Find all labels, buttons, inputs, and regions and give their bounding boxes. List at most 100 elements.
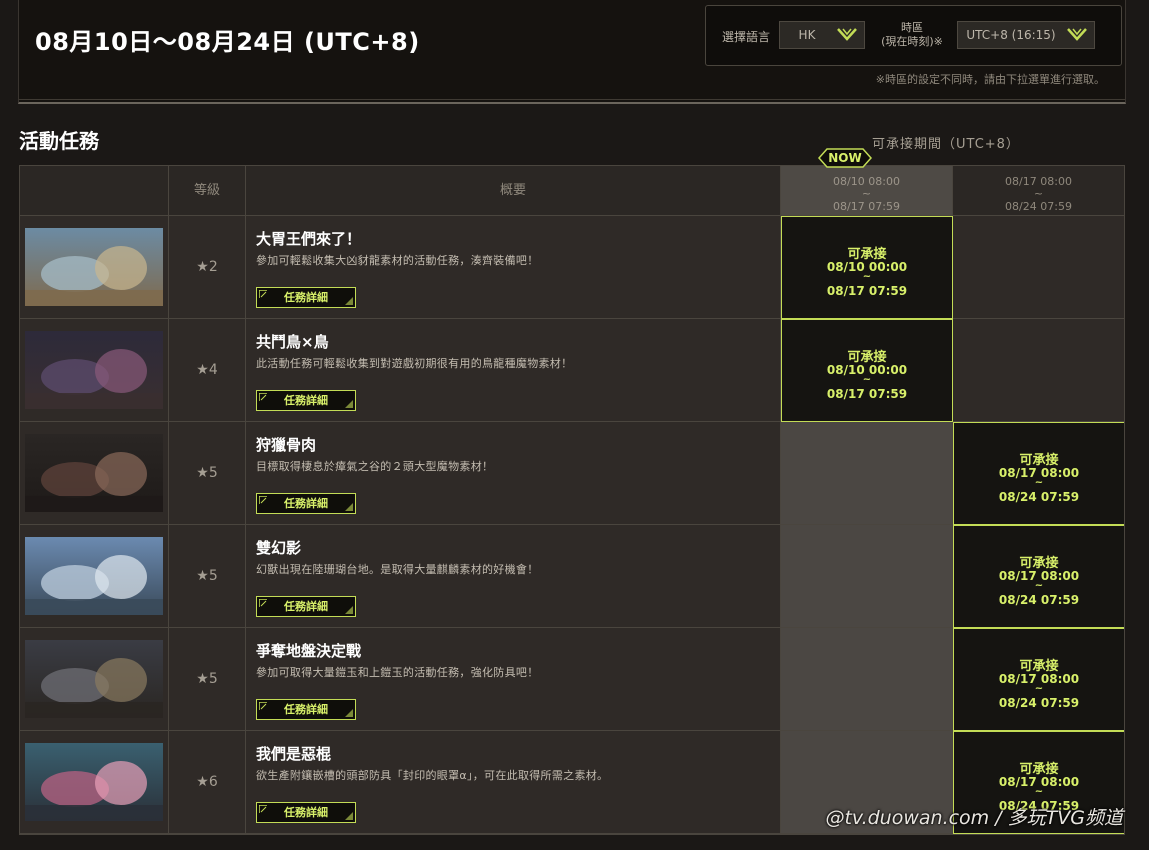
quest-available-cell: 可承接 08/10 00:00 ~08/17 07:59 xyxy=(781,319,953,422)
quest-image-cell xyxy=(19,319,169,422)
period-label: 可承接期間（UTC+8） xyxy=(872,137,1020,152)
quest-detail-button[interactable]: 任務詳細 xyxy=(256,390,356,411)
quest-image-cell xyxy=(19,216,169,319)
quest-image-cell xyxy=(19,525,169,628)
timezone-select-value: UTC+8 (16:15) xyxy=(966,28,1056,42)
quest-thumbnail[interactable] xyxy=(25,434,163,512)
timezone-label-line1: 時區 xyxy=(901,21,923,34)
quest-thumbnail[interactable] xyxy=(25,537,163,615)
quest-level-cell: ★6 xyxy=(169,731,246,834)
timezone-label: 時區 (現在時刻)※ xyxy=(876,21,948,49)
quest-detail-label: 任務詳細 xyxy=(284,394,328,407)
header-panel: 08月10日～08月24日 (UTC+8) 選擇語言 HK 時區 (現在時刻)※… xyxy=(18,0,1126,104)
now-badge-label: NOW xyxy=(828,151,862,165)
timezone-note: ※時區的設定不同時，請由下拉選單進行選取。 xyxy=(875,73,1105,86)
quest-detail-button[interactable]: 任務詳細 xyxy=(256,493,356,514)
quest-period-empty-cell xyxy=(953,319,1125,422)
avail-tilde: ~ xyxy=(862,374,872,385)
quest-detail-button[interactable]: 任務詳細 xyxy=(256,699,356,720)
language-label: 選擇語言 xyxy=(722,30,771,44)
avail-tilde: ~ xyxy=(862,271,872,282)
quest-image-cell xyxy=(19,422,169,525)
quest-thumbnail-image xyxy=(25,228,163,306)
quest-summary-cell: 狩獵骨肉 目標取得棲息於瘴氣之谷的２頭大型魔物素材！ 任務詳細 xyxy=(246,422,781,525)
quest-detail-label: 任務詳細 xyxy=(284,497,328,510)
quest-thumbnail-image xyxy=(25,537,163,615)
quest-available-cell: 可承接 08/17 08:00 ~08/24 07:59 xyxy=(953,422,1125,525)
quest-level-cell: ★4 xyxy=(169,319,246,422)
corner-left-icon xyxy=(259,805,267,813)
quest-stars: ★6 xyxy=(196,774,218,790)
header-level: 等級 xyxy=(169,165,246,216)
now-badge: NOW xyxy=(818,148,872,168)
quest-description: 目標取得棲息於瘴氣之谷的２頭大型魔物素材！ xyxy=(256,460,494,473)
corner-left-icon xyxy=(259,393,267,401)
quest-thumbnail[interactable] xyxy=(25,331,163,409)
corner-right-icon xyxy=(345,400,353,408)
corner-right-icon xyxy=(345,297,353,305)
quest-summary-cell: 爭奪地盤決定戰參加可取得大量鎧玉和上鎧玉的活動任務，強化防具吧！ 任務詳細 xyxy=(246,628,781,731)
quest-detail-label: 任務詳細 xyxy=(284,806,328,819)
avail-tilde: ~ xyxy=(1034,786,1044,797)
quest-thumbnail[interactable] xyxy=(25,228,163,306)
corner-right-icon xyxy=(345,812,353,820)
quest-level-cell: ★5 xyxy=(169,422,246,525)
avail-end: 08/24 07:59 xyxy=(998,593,1080,607)
quest-period-empty-cell xyxy=(781,628,953,731)
header-period-2: 08/17 08:00 ~ 08/24 07:59 xyxy=(953,165,1125,216)
period-1-end: 08/17 07:59 xyxy=(833,200,900,213)
corner-right-icon xyxy=(345,709,353,717)
quest-detail-label: 任務詳細 xyxy=(284,703,328,716)
avail-end: 08/17 07:59 xyxy=(826,387,908,401)
quest-stars: ★4 xyxy=(196,362,218,378)
timezone-label-line2: (現在時刻)※ xyxy=(881,35,943,48)
header-period-1: 08/10 08:00 ~ 08/17 07:59 xyxy=(781,165,953,216)
quest-stars: ★5 xyxy=(196,568,218,584)
quest-available-cell: 可承接 08/17 08:00 ~08/24 07:59 xyxy=(953,525,1125,628)
quest-image-cell xyxy=(19,628,169,731)
quest-detail-label: 任務詳細 xyxy=(284,291,328,304)
quest-stars: ★2 xyxy=(196,259,218,275)
language-select-value: HK xyxy=(798,28,816,42)
quest-description: 欲生產附鑲嵌槽的頭部防具「封印的眼罩α」，可在此取得所需之素材。 xyxy=(256,769,609,782)
chevron-down-icon xyxy=(1067,28,1087,41)
chevron-down-icon xyxy=(837,28,857,41)
quest-summary-cell: 雙幻影幻獸出現在陸珊瑚台地。是取得大量麒麟素材的好機會！ 任務詳細 xyxy=(246,525,781,628)
quest-stars: ★5 xyxy=(196,465,218,481)
quest-title: 爭奪地盤決定戰 xyxy=(256,642,362,660)
watermark: @tv.duowan.com / 多玩TVG频道 xyxy=(825,807,1123,829)
quest-description: 參加可輕鬆收集大凶豺龍素材的活動任務，湊齊裝備吧！ xyxy=(256,254,539,267)
quest-image-cell xyxy=(19,731,169,834)
quest-description: 參加可取得大量鎧玉和上鎧玉的活動任務，強化防具吧！ xyxy=(256,666,539,679)
avail-end: 08/17 07:59 xyxy=(826,284,908,298)
quest-thumbnail-image xyxy=(25,331,163,409)
quest-title: 我們是惡棍 xyxy=(256,745,332,763)
quest-detail-button[interactable]: 任務詳細 xyxy=(256,596,356,617)
settings-box: 選擇語言 HK 時區 (現在時刻)※ UTC+8 (16:15) xyxy=(705,5,1122,66)
quest-title: 雙幻影 xyxy=(256,539,302,557)
quest-title: 大胃王們來了！ xyxy=(256,230,362,248)
quest-detail-label: 任務詳細 xyxy=(284,600,328,613)
quest-title: 共鬥鳥×鳥 xyxy=(256,333,329,351)
corner-left-icon xyxy=(259,599,267,607)
quest-level-cell: ★5 xyxy=(169,628,246,731)
quest-thumbnail[interactable] xyxy=(25,640,163,718)
quest-period-empty-cell xyxy=(953,216,1125,319)
quest-available-cell: 可承接 08/10 00:00 ~08/17 07:59 xyxy=(781,216,953,319)
quest-thumbnail[interactable] xyxy=(25,743,163,821)
timezone-select[interactable]: UTC+8 (16:15) xyxy=(957,21,1095,49)
language-select[interactable]: HK xyxy=(779,21,865,49)
avail-end: 08/24 07:59 xyxy=(998,696,1080,710)
quest-detail-button[interactable]: 任務詳細 xyxy=(256,802,356,823)
header-image-cell xyxy=(19,165,169,216)
quest-thumbnail-image xyxy=(25,743,163,821)
avail-tilde: ~ xyxy=(1034,477,1044,488)
quest-description: 幻獸出現在陸珊瑚台地。是取得大量麒麟素材的好機會！ xyxy=(256,563,539,576)
quest-period-empty-cell xyxy=(781,422,953,525)
quest-stars: ★5 xyxy=(196,671,218,687)
quest-detail-button[interactable]: 任務詳細 xyxy=(256,287,356,308)
quest-level-cell: ★2 xyxy=(169,216,246,319)
corner-right-icon xyxy=(345,606,353,614)
quest-summary-cell: 大胃王們來了！ 參加可輕鬆收集大凶豺龍素材的活動任務，湊齊裝備吧！ 任務詳細 xyxy=(246,216,781,319)
quest-table: 等級 概要 08/10 08:00 ~ 08/17 07:59 08/17 08… xyxy=(19,165,1125,835)
